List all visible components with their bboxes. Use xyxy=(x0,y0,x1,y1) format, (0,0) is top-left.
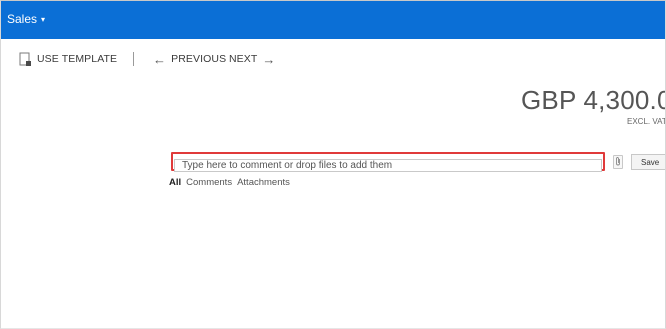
arrow-left-icon: ← xyxy=(153,51,167,67)
app-menu-label: Sales xyxy=(7,12,38,26)
comment-input-highlight xyxy=(171,152,605,172)
previous-label: PREVIOUS xyxy=(171,53,227,65)
use-template-button[interactable]: USE TEMPLATE xyxy=(19,49,117,69)
comment-filter-tabs: All Comments Attachments xyxy=(169,177,290,188)
save-comment-button[interactable]: Save xyxy=(631,154,665,170)
arrow-right-icon: → xyxy=(262,51,276,67)
attach-button[interactable] xyxy=(613,155,623,169)
tax-note: EXCL. VAT xyxy=(627,117,666,126)
filter-all[interactable]: All xyxy=(169,177,181,188)
next-button[interactable]: NEXT → xyxy=(229,49,276,69)
app-menu-dropdown[interactable]: Sales ▾ xyxy=(7,12,45,26)
chevron-down-icon: ▾ xyxy=(41,15,46,24)
total-amount: GBP 4,300.00 xyxy=(521,85,665,115)
paperclip-icon xyxy=(615,153,621,171)
template-icon xyxy=(19,52,32,67)
app-window: Sales ▾ USE TEMPLATE ← PREVIOUS NEXT → G… xyxy=(0,0,666,329)
comment-input[interactable] xyxy=(174,159,602,172)
previous-button[interactable]: ← PREVIOUS xyxy=(153,49,226,69)
command-separator xyxy=(133,52,134,66)
filter-attachments[interactable]: Attachments xyxy=(237,177,290,188)
top-navigation-bar: Sales ▾ xyxy=(1,1,665,39)
filter-comments[interactable]: Comments xyxy=(186,177,232,188)
next-label: NEXT xyxy=(229,53,258,65)
command-bar: USE TEMPLATE ← PREVIOUS NEXT → xyxy=(1,49,665,69)
use-template-label: USE TEMPLATE xyxy=(37,53,118,65)
